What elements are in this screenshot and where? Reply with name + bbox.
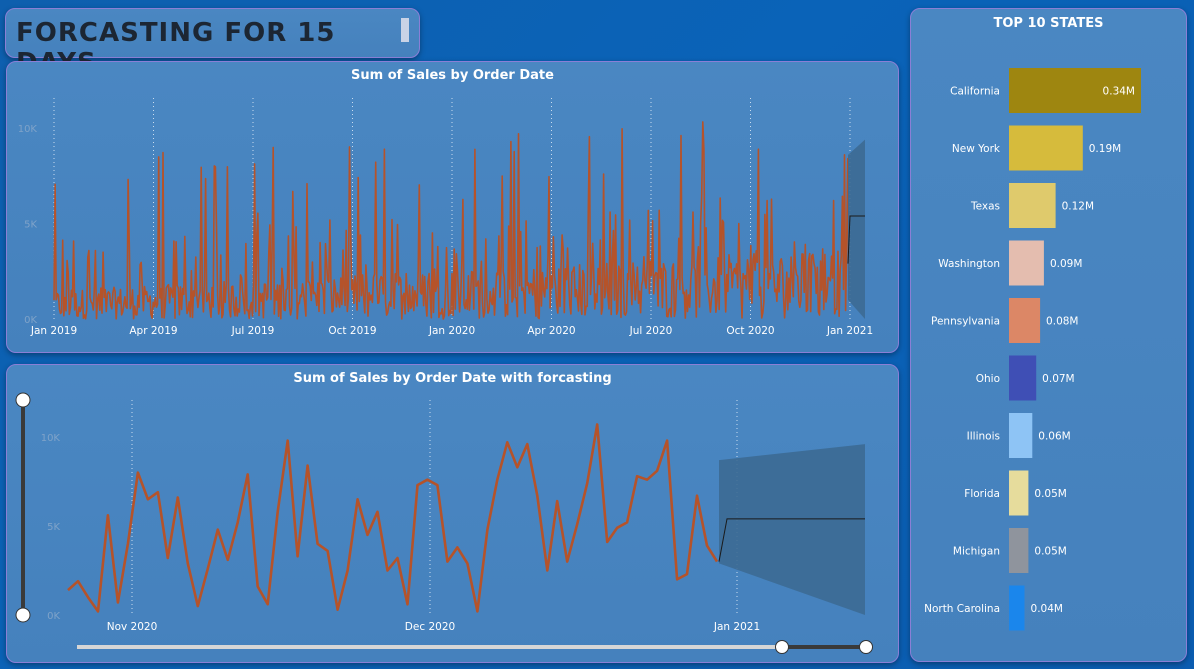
sales-series-line[interactable] — [53, 121, 850, 320]
bar[interactable] — [1009, 298, 1041, 343]
x-tick-label: Jan 2021 — [713, 621, 760, 633]
x-tick-label: Jul 2019 — [231, 325, 275, 337]
category-label: Ohio — [976, 373, 1000, 385]
category-label: Texas — [970, 201, 1000, 213]
bar[interactable] — [1009, 355, 1037, 401]
y-tick-label: 5K — [24, 220, 37, 231]
data-label: 0.08M — [1046, 316, 1078, 328]
x-tick-label: Oct 2019 — [328, 325, 376, 337]
sales-chart-panel[interactable]: Sum of Sales by Order Date 0K 5K 10K Jan 20… — [6, 61, 899, 353]
data-label: 0.34M — [1103, 86, 1135, 98]
text-cursor — [401, 18, 409, 42]
y-tick-label: 10K — [18, 124, 38, 135]
x-tick-label: Apr 2019 — [129, 325, 177, 337]
sales-chart[interactable]: 0K5K10KJan 2019 Apr 2019 Jul 2019 Oct 2019 J… — [7, 62, 898, 352]
data-label: 0.06M — [1038, 431, 1070, 443]
data-label: 0.19M — [1089, 143, 1121, 155]
horizontal-slider-handle-left[interactable] — [775, 640, 789, 654]
forecast-chart-panel[interactable]: Sum of Sales by Order Date with forcasti… — [6, 364, 899, 663]
forecast-chart[interactable]: 0K 5K 10K Nov 2020 Dec 2020 Jan 2021 — [7, 365, 898, 662]
x-tick-label: Jan 2021 — [826, 325, 873, 337]
title-box: FORCASTING FOR 15 DAYS — [5, 8, 420, 78]
data-label: 0.09M — [1050, 258, 1082, 270]
x-tick-label: Jul 2020 — [629, 325, 673, 337]
x-tick-label: Apr 2020 — [527, 325, 575, 337]
category-label: New York — [952, 143, 1001, 155]
x-tick-label: Nov 2020 — [107, 621, 158, 633]
x-tick-label: Dec 2020 — [405, 621, 455, 633]
y-tick-label: 0K — [47, 611, 60, 622]
category-label: Washington — [938, 258, 1000, 270]
y-tick-label: 5K — [47, 522, 60, 533]
x-tick-label: Oct 2020 — [726, 325, 774, 337]
category-label: North Carolina — [924, 603, 1000, 615]
category-label: California — [950, 86, 1000, 98]
bar[interactable] — [1009, 413, 1033, 458]
y-tick-label: 10K — [41, 433, 61, 444]
data-label: 0.05M — [1034, 546, 1066, 558]
category-label: Florida — [964, 488, 1000, 500]
category-label: Pennsylvania — [931, 316, 1000, 328]
data-label: 0.12M — [1062, 201, 1094, 213]
forecast-band — [848, 139, 865, 319]
bar[interactable] — [1009, 240, 1044, 286]
category-label: Illinois — [967, 431, 1000, 443]
vertical-slider-handle-bottom[interactable] — [15, 607, 31, 623]
bar[interactable] — [1009, 125, 1083, 171]
top-states-panel[interactable]: TOP 10 STATES California 0.34M New York 0.1… — [910, 8, 1187, 662]
category-label: Michigan — [953, 546, 1000, 558]
sales-series-line[interactable] — [67, 423, 719, 613]
bar[interactable] — [1009, 528, 1029, 573]
data-label: 0.04M — [1031, 603, 1063, 615]
data-label: 0.05M — [1034, 488, 1066, 500]
vertical-slider-handle-top[interactable] — [15, 392, 31, 408]
forecast-band — [719, 444, 865, 615]
x-tick-label: Jan 2019 — [30, 325, 77, 337]
x-tick-label: Jan 2020 — [428, 325, 475, 337]
top-states-chart[interactable]: California 0.34M New York 0.19M Texas 0.12M Wa… — [911, 9, 1186, 661]
horizontal-slider-handle-right[interactable] — [859, 640, 873, 654]
data-label: 0.07M — [1042, 373, 1074, 385]
bar[interactable] — [1009, 183, 1056, 228]
bar[interactable] — [1009, 585, 1025, 631]
bar[interactable] — [1009, 470, 1029, 516]
